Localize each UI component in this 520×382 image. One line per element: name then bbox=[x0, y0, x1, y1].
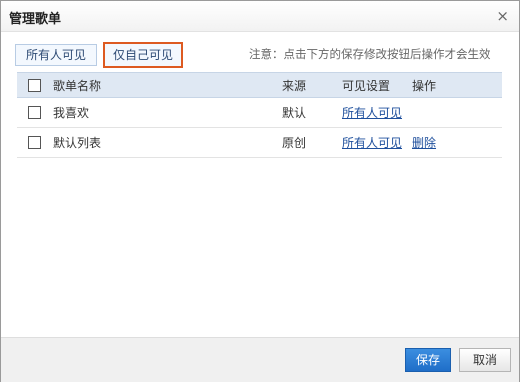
visibility-link[interactable]: 所有人可见 bbox=[342, 104, 402, 121]
header-source: 来源 bbox=[282, 78, 307, 93]
visibility-link[interactable]: 所有人可见 bbox=[342, 134, 402, 151]
select-all-checkbox[interactable] bbox=[28, 78, 41, 92]
table-header: 歌单名称 来源 可见设置 操作 bbox=[17, 72, 502, 98]
table-row: 默认列表 原创 所有人可见 删除 bbox=[17, 128, 502, 158]
dialog-title: 管理歌单 bbox=[9, 12, 62, 27]
row-checkbox[interactable] bbox=[28, 136, 41, 149]
row-name: 我喜欢 bbox=[53, 106, 90, 120]
row-source: 原创 bbox=[282, 136, 307, 150]
table-row: 我喜欢 默认 所有人可见 bbox=[17, 98, 502, 128]
close-icon[interactable]: × bbox=[496, 7, 509, 25]
row-checkbox[interactable] bbox=[28, 106, 41, 119]
row-source: 默认 bbox=[282, 106, 307, 120]
all-visible-button[interactable]: 所有人可见 bbox=[15, 44, 97, 66]
delete-link[interactable]: 删除 bbox=[412, 134, 436, 151]
cancel-button[interactable]: 取消 bbox=[459, 348, 511, 372]
notice-text: 注意：点击下方的保存修改按钮后操作才会生效 bbox=[249, 47, 491, 61]
row-name: 默认列表 bbox=[53, 136, 102, 150]
save-button[interactable]: 保存 bbox=[405, 348, 451, 372]
manage-playlist-dialog: 管理歌单 × 所有人可见 仅自己可见 注意：点击下方的保存修改按钮后操作才会生效… bbox=[0, 0, 520, 382]
header-name: 歌单名称 bbox=[53, 78, 102, 93]
header-action: 操作 bbox=[412, 78, 437, 93]
dialog-footer: 保存 取消 bbox=[1, 337, 519, 382]
dialog-titlebar: 管理歌单 × bbox=[1, 1, 519, 32]
header-visibility: 可见设置 bbox=[342, 78, 391, 93]
self-visible-button[interactable]: 仅自己可见 bbox=[103, 42, 183, 68]
